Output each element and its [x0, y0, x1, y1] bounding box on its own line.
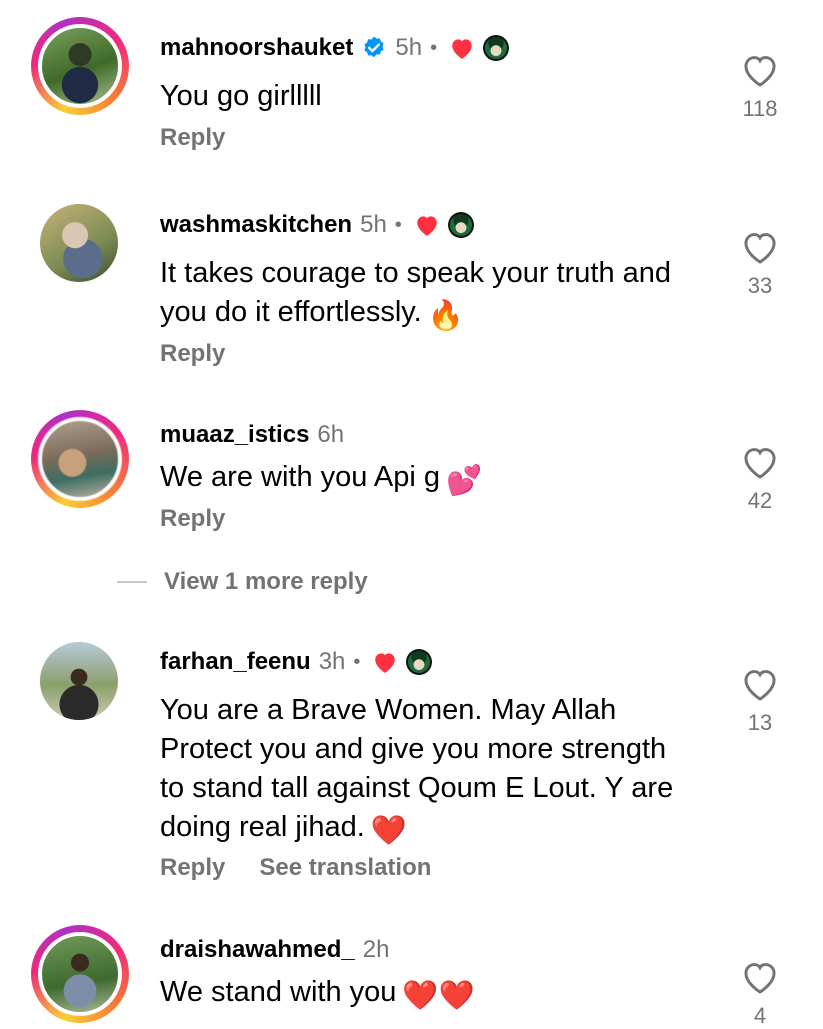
heart-outline-icon[interactable]	[740, 666, 780, 702]
comment-text: We stand with you ❤️❤️	[160, 973, 700, 1016]
comment-text: We are with you Api g 💕	[160, 458, 700, 501]
creator-avatar	[483, 35, 510, 61]
two-hearts-emoji: 💕	[445, 465, 483, 497]
username[interactable]: washmaskitchen	[160, 211, 352, 239]
avatar[interactable]	[38, 932, 122, 1016]
comment-meta: draishawahmed_ 2h	[160, 933, 389, 967]
fire-emoji: 🔥	[427, 300, 464, 332]
comment-meta: mahnoorshauket 5h •	[160, 31, 510, 65]
comment-body: We are with you Api g	[160, 461, 440, 493]
like-count: 4	[753, 1003, 767, 1028]
like-control: 42	[738, 444, 782, 514]
reply-button[interactable]: Reply	[160, 505, 225, 533]
avatar[interactable]	[38, 24, 122, 108]
story-ring[interactable]	[31, 410, 129, 508]
timestamp: 6h	[317, 421, 345, 448]
see-translation-button[interactable]: See translation	[259, 854, 431, 882]
username[interactable]: mahnoorshauket	[160, 34, 353, 62]
view-more-replies[interactable]: View 1 more reply	[117, 568, 368, 596]
separator-dot: •	[353, 650, 361, 673]
separator-dot: •	[430, 36, 438, 59]
comment-body: It takes courage to speak your truth and…	[160, 257, 672, 328]
comment-meta: washmaskitchen 5h •	[160, 208, 474, 242]
reply-button[interactable]: Reply	[160, 124, 225, 152]
comment-body: You go girlllll	[160, 80, 322, 112]
comment-body: You are a Brave Women. May Allah Protect…	[160, 694, 674, 843]
comment-text: It takes courage to speak your truth and…	[160, 254, 700, 336]
replies-divider	[117, 581, 147, 583]
view-more-replies-label[interactable]: View 1 more reply	[164, 568, 368, 596]
heart-outline-icon[interactable]	[740, 52, 780, 88]
verified-badge-icon	[364, 36, 384, 58]
comment-actions: Reply	[160, 124, 225, 152]
creator-avatar	[406, 649, 433, 675]
username[interactable]: muaaz_istics	[160, 421, 309, 449]
comment-body: We stand with you	[160, 976, 397, 1008]
comment-actions: Reply See translation	[160, 854, 431, 882]
heart-filled-icon	[452, 39, 472, 59]
comment-text: You are a Brave Women. May Allah Protect…	[160, 691, 680, 851]
comment-actions: Reply	[160, 340, 225, 368]
like-count: 33	[747, 273, 773, 298]
comment-meta: muaaz_istics 6h	[160, 418, 344, 452]
like-count: 13	[747, 710, 773, 735]
reply-button[interactable]: Reply	[160, 854, 225, 882]
story-ring[interactable]	[31, 925, 129, 1023]
avatar[interactable]	[38, 417, 122, 501]
like-control: 4	[738, 959, 782, 1029]
story-ring[interactable]	[31, 17, 129, 115]
avatar[interactable]	[40, 204, 118, 282]
like-control: 118	[738, 52, 782, 122]
red-heart-emoji: ❤️	[370, 815, 407, 847]
comment-text: You go girlllll	[160, 77, 700, 116]
timestamp: 5h	[360, 211, 387, 238]
reply-button[interactable]: Reply	[160, 340, 225, 368]
heart-outline-icon[interactable]	[740, 229, 780, 265]
heart-filled-icon	[375, 653, 396, 673]
comment-actions: Reply	[160, 505, 225, 533]
like-count: 42	[747, 488, 773, 513]
timestamp: 5h	[395, 34, 423, 61]
username[interactable]: farhan_feenu	[160, 648, 311, 676]
creator-avatar	[447, 212, 474, 238]
timestamp: 3h	[318, 648, 346, 675]
heart-outline-icon[interactable]	[740, 444, 780, 480]
timestamp: 2h	[362, 936, 390, 963]
heart-filled-icon	[417, 216, 437, 236]
avatar[interactable]	[40, 642, 118, 720]
like-count: 118	[742, 96, 778, 121]
red-hearts-emoji: ❤️❤️	[402, 980, 475, 1012]
heart-outline-icon[interactable]	[740, 959, 780, 995]
username[interactable]: draishawahmed_	[160, 936, 355, 964]
like-control: 13	[738, 666, 782, 736]
like-control: 33	[738, 229, 782, 299]
separator-dot: •	[394, 213, 402, 236]
comment-meta: farhan_feenu 3h •	[160, 645, 433, 679]
